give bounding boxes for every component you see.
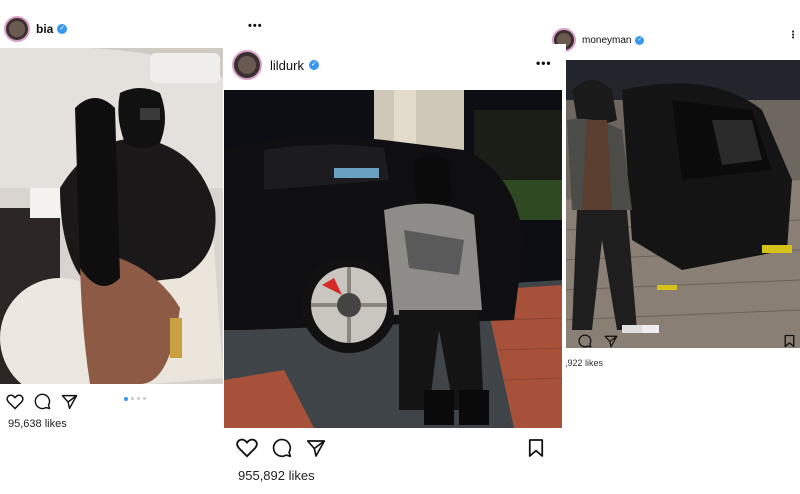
more-options-icon[interactable]: •••	[536, 56, 552, 70]
share-icon[interactable]	[61, 394, 78, 410]
carousel-dot	[131, 397, 134, 400]
verified-badge-icon: ✓	[308, 60, 319, 70]
more-options-icon[interactable]: ⋮	[788, 30, 799, 41]
post-image[interactable]	[0, 48, 223, 384]
bookmark-icon[interactable]	[528, 438, 544, 458]
likes-count[interactable]: 955,892 likes	[238, 468, 315, 483]
verified-badge-icon: ✓	[635, 35, 645, 45]
heart-icon[interactable]	[236, 438, 258, 458]
post-image[interactable]	[562, 60, 800, 348]
action-bar	[6, 393, 78, 410]
share-icon[interactable]	[604, 335, 618, 348]
avatar[interactable]	[232, 50, 262, 80]
heart-icon[interactable]	[6, 393, 24, 410]
carousel-indicator	[124, 397, 146, 401]
comment-icon[interactable]	[578, 334, 592, 348]
verified-badge-icon: ✓	[57, 24, 68, 34]
username[interactable]: moneyman	[582, 35, 631, 46]
post-moneyman: moneyman ✓ ⋮ 7,922 likes	[552, 22, 800, 372]
likes-count[interactable]: 95,638 likes	[8, 418, 67, 430]
username[interactable]: bia	[36, 22, 53, 36]
post-lildurk: lildurk ✓ ••• 955,892 likes	[224, 44, 566, 494]
bookmark-icon[interactable]	[784, 334, 795, 348]
post-header: lildurk ✓	[232, 50, 319, 80]
post-image[interactable]	[224, 90, 562, 428]
action-bar	[236, 438, 326, 458]
comment-icon[interactable]	[272, 438, 292, 458]
more-options-icon[interactable]: •••	[248, 20, 263, 32]
comment-icon[interactable]	[34, 393, 51, 410]
post-bia: bia ✓ 95,638 likes	[0, 0, 228, 440]
carousel-dot	[137, 397, 140, 400]
post-header: bia ✓	[4, 16, 68, 42]
carousel-dot-active	[124, 397, 128, 401]
avatar[interactable]	[4, 16, 30, 42]
share-icon[interactable]	[306, 439, 326, 458]
likes-count[interactable]: 7,922 likes	[560, 358, 603, 368]
username[interactable]: lildurk	[270, 58, 304, 73]
carousel-dot	[143, 397, 146, 400]
